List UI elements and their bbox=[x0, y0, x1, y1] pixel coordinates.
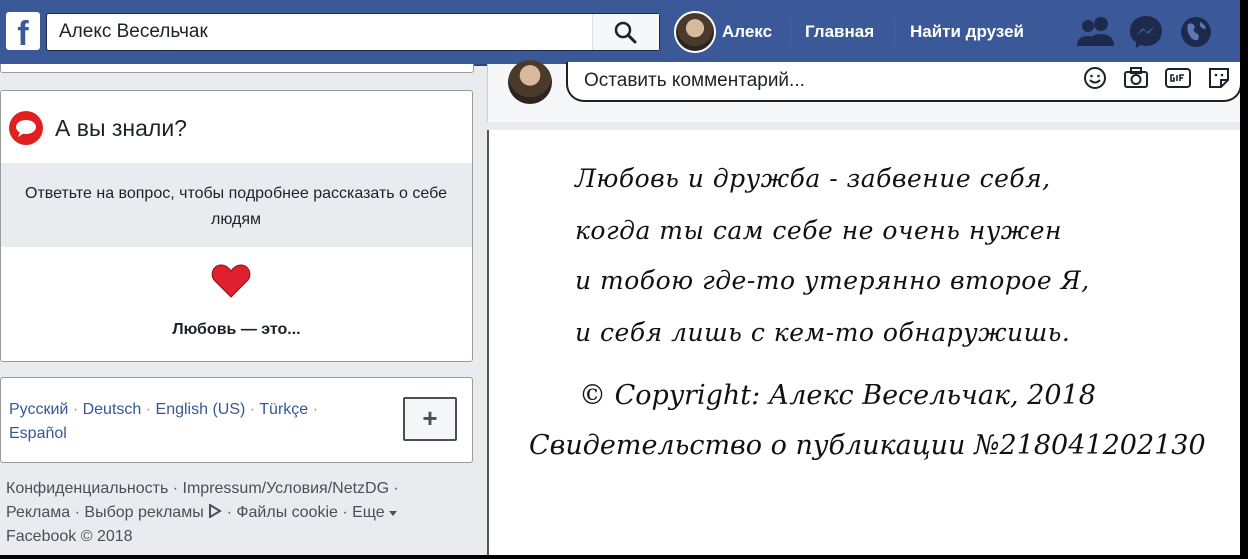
poem-line: и тобою где-то утерянно второе Я, bbox=[575, 266, 1090, 295]
facebook-logo[interactable]: f bbox=[6, 12, 40, 50]
camera-icon[interactable] bbox=[1123, 65, 1149, 91]
nav-divider bbox=[790, 18, 791, 46]
poem-line: когда ты сам себе не очень нужен bbox=[575, 216, 1062, 245]
search-input[interactable] bbox=[47, 14, 611, 50]
avatar bbox=[674, 11, 716, 53]
separator: · bbox=[68, 401, 83, 418]
speech-bubble-icon bbox=[9, 111, 43, 145]
comment-box bbox=[566, 62, 1240, 102]
nav-home-link[interactable]: Главная bbox=[805, 22, 874, 42]
search-box bbox=[46, 13, 660, 51]
top-bar: f Алекс Главная Найти друзей bbox=[0, 0, 1240, 66]
add-language-button[interactable]: + bbox=[403, 397, 457, 441]
separator: · bbox=[245, 401, 260, 418]
search-icon bbox=[614, 21, 637, 44]
search-button[interactable] bbox=[592, 14, 659, 50]
profile-name: Алекс bbox=[722, 22, 773, 41]
did-you-know-card: А вы знали? Ответьте на вопрос, чтобы по… bbox=[0, 90, 473, 362]
did-you-know-header: А вы знали? bbox=[9, 111, 187, 145]
nav-divider bbox=[894, 18, 895, 46]
language-card: Русский · Deutsch · English (US) · Türkç… bbox=[0, 377, 473, 463]
nav-find-friends-link[interactable]: Найти друзей bbox=[910, 22, 1024, 42]
previous-card-edge bbox=[0, 64, 474, 73]
app-window: f Алекс Главная Найти друзей bbox=[0, 0, 1248, 559]
sticker-icon[interactable] bbox=[1206, 65, 1232, 91]
friends-icon[interactable] bbox=[1076, 14, 1116, 48]
footer-links-line-1[interactable]: Конфиденциальность · Impressum/Условия/N… bbox=[6, 477, 461, 501]
post-certificate: Свидетельство о публикации №218041202130 bbox=[529, 430, 1206, 461]
separator: · bbox=[141, 401, 156, 418]
ad-choices-icon bbox=[209, 503, 223, 519]
footer-links-line-2: Реклама · Выбор рекламы · Файлы cookie ·… bbox=[6, 501, 461, 525]
did-you-know-description-panel: Ответьте на вопрос, чтобы подробнее расс… bbox=[1, 163, 472, 247]
poem-line: Любовь и дружба - забвение себя, bbox=[575, 164, 1051, 193]
language-link[interactable]: Türkçe bbox=[259, 401, 308, 418]
footer-copyright: Facebook © 2018 bbox=[6, 528, 133, 545]
language-list: Русский · Deutsch · English (US) · Türkç… bbox=[9, 398, 379, 446]
cookies-more-link[interactable]: · Файлы cookie · Еще bbox=[227, 504, 385, 521]
language-link[interactable]: Español bbox=[9, 425, 67, 442]
post-image[interactable]: Любовь и дружба - забвение себя, когда т… bbox=[487, 130, 1240, 555]
language-link[interactable]: Deutsch bbox=[83, 401, 142, 418]
poem-line: и себя лишь с кем-то обнаружишь. bbox=[575, 318, 1071, 347]
ad-choices-link[interactable]: Реклама · Выбор рекламы bbox=[6, 504, 204, 521]
emoji-icon[interactable] bbox=[1082, 65, 1108, 91]
did-you-know-title: А вы знали? bbox=[55, 114, 187, 141]
post-copyright: © Copyright: Алекс Весельчак, 2018 bbox=[579, 380, 1096, 411]
comment-input[interactable] bbox=[582, 62, 1066, 100]
globe-icon[interactable] bbox=[1178, 14, 1214, 50]
footer: Конфиденциальность · Impressum/Условия/N… bbox=[6, 477, 461, 549]
love-prompt-link[interactable]: Любовь — это... bbox=[1, 321, 472, 339]
heart-icon[interactable] bbox=[211, 263, 251, 299]
language-link[interactable]: English (US) bbox=[156, 401, 246, 418]
comment-composer bbox=[487, 60, 1240, 122]
did-you-know-description: Ответьте на вопрос, чтобы подробнее расс… bbox=[25, 185, 447, 228]
messenger-icon[interactable] bbox=[1128, 14, 1164, 50]
caret-down-icon bbox=[389, 511, 398, 516]
separator: · bbox=[308, 401, 318, 418]
profile-link[interactable]: Алекс bbox=[674, 10, 772, 54]
avatar bbox=[508, 60, 552, 104]
gif-icon[interactable] bbox=[1164, 65, 1192, 91]
language-link[interactable]: Русский bbox=[9, 401, 68, 418]
